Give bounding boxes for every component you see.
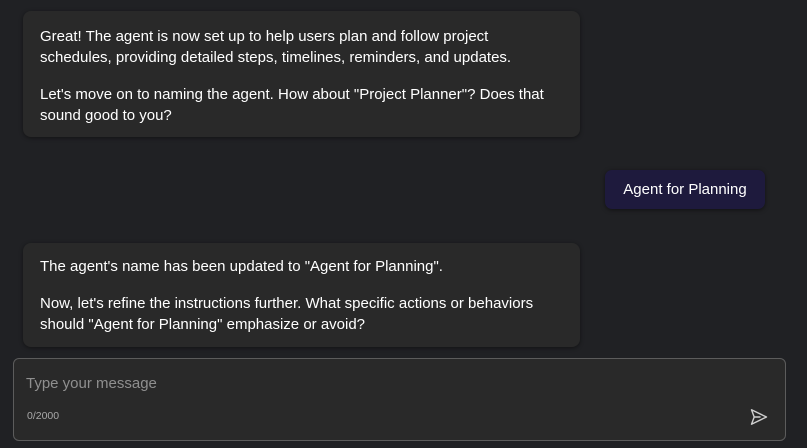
user-message: Agent for Planning (605, 170, 765, 209)
send-button[interactable] (747, 405, 771, 429)
character-counter: 0/2000 (27, 410, 60, 422)
message-composer: 0/2000 (13, 358, 786, 441)
message-paragraph: Let's move on to naming the agent. How a… (40, 86, 544, 124)
message-paragraph: Great! The agent is now set up to help u… (40, 28, 512, 66)
message-paragraph: Now, let's refine the instructions furth… (40, 295, 534, 333)
send-icon (750, 409, 768, 425)
chat-thread: Great! The agent is now set up to help u… (0, 0, 807, 448)
message-input[interactable] (26, 372, 726, 394)
user-message-text: Agent for Planning (623, 181, 747, 198)
agent-message: Great! The agent is now set up to help u… (23, 11, 580, 137)
agent-message: The agent's name has been updated to "Ag… (23, 243, 580, 347)
message-paragraph: The agent's name has been updated to "Ag… (40, 258, 443, 275)
